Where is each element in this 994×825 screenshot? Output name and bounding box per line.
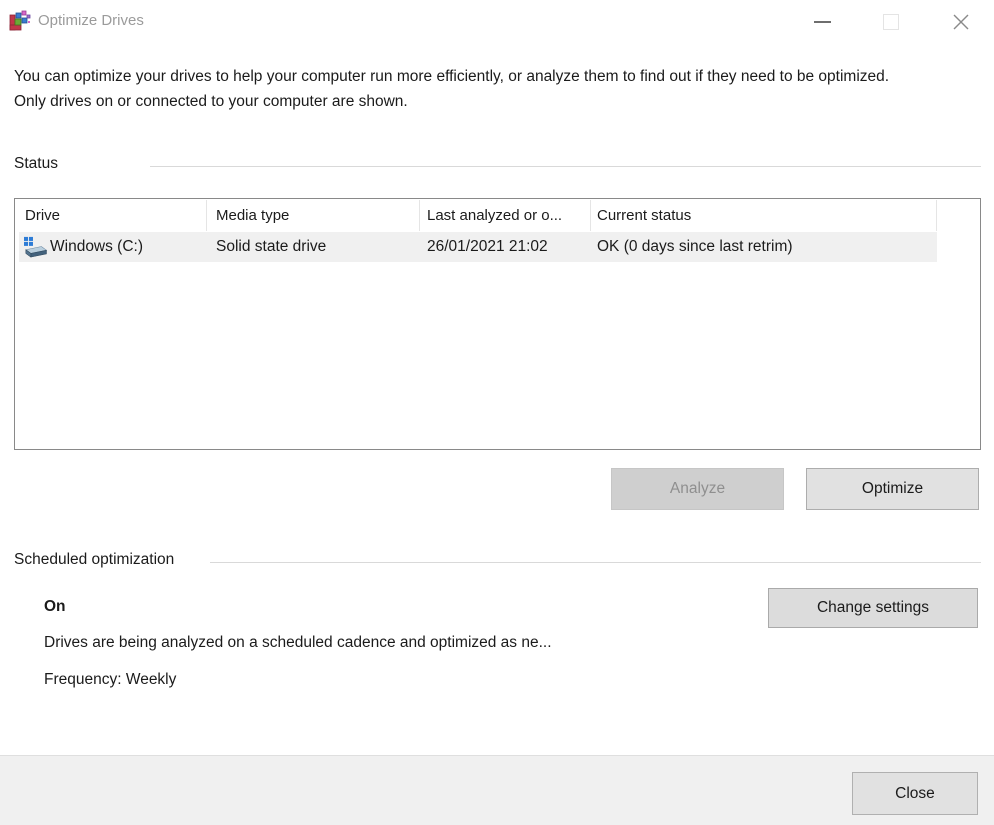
scheduled-section-label: Scheduled optimization (14, 551, 174, 569)
analyze-button[interactable]: Analyze (611, 468, 784, 510)
status-section-label: Status (14, 155, 58, 173)
column-separator (936, 200, 937, 231)
scheduled-state: On (44, 598, 66, 616)
titlebar: Optimize Drives (0, 0, 994, 44)
minimize-icon (814, 21, 831, 23)
change-settings-button[interactable]: Change settings (768, 588, 978, 628)
cell-current-status: OK (0 days since last retrim) (597, 232, 793, 262)
dialog-footer: Close (0, 755, 994, 825)
column-separator (590, 200, 591, 231)
column-header-drive[interactable]: Drive (25, 199, 60, 232)
scheduled-divider (210, 562, 981, 563)
close-dialog-button[interactable]: Close (852, 772, 978, 815)
windows-drive-icon (22, 236, 48, 258)
cell-last-analyzed: 26/01/2021 21:02 (427, 232, 548, 262)
minimize-button[interactable] (799, 0, 845, 44)
scheduled-frequency: Frequency: Weekly (44, 671, 176, 689)
column-header-current-status[interactable]: Current status (597, 199, 691, 232)
cell-drive-name: Windows (C:) (50, 232, 143, 262)
close-icon (951, 12, 971, 32)
defrag-app-icon (8, 9, 32, 33)
drive-list-header: Drive Media type Last analyzed or o... C… (15, 199, 980, 232)
drive-row-windows-c[interactable]: Windows (C:) Solid state drive 26/01/202… (19, 232, 937, 262)
column-separator (206, 200, 207, 231)
column-header-last-analyzed[interactable]: Last analyzed or o... (427, 199, 562, 232)
window-title: Optimize Drives (38, 0, 144, 42)
scheduled-description: Drives are being analyzed on a scheduled… (44, 634, 552, 652)
maximize-button[interactable] (868, 0, 914, 44)
intro-text: You can optimize your drives to help you… (14, 64, 920, 114)
optimize-button[interactable]: Optimize (806, 468, 979, 510)
optimize-drives-window: Optimize Drives You can optimize your dr… (0, 0, 994, 825)
close-window-button[interactable] (938, 0, 984, 44)
column-separator (419, 200, 420, 231)
maximize-icon (883, 14, 899, 30)
drive-list[interactable]: Drive Media type Last analyzed or o... C… (14, 198, 981, 450)
status-divider (150, 166, 981, 167)
cell-media-type: Solid state drive (216, 232, 326, 262)
column-header-media-type[interactable]: Media type (216, 199, 289, 232)
